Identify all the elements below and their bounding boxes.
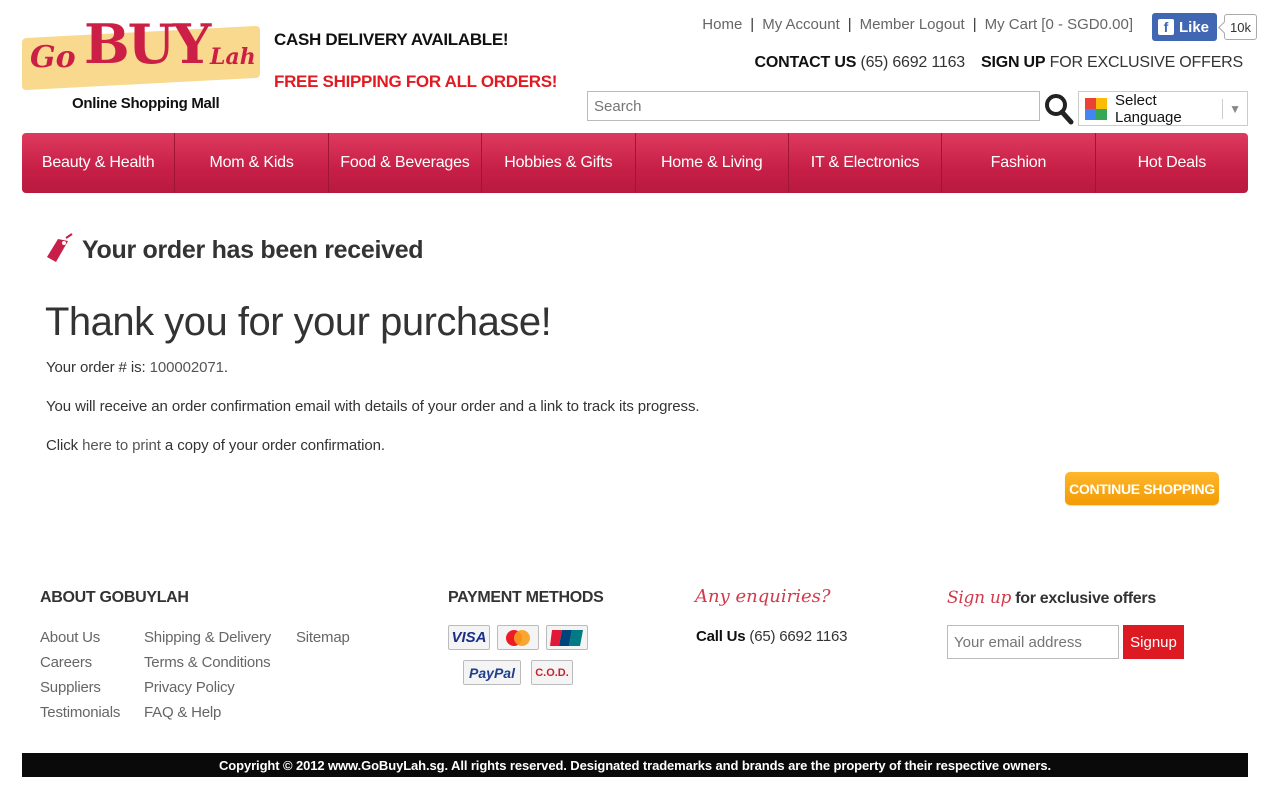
continue-shopping-button[interactable]: CONTINUE SHOPPING — [1065, 472, 1219, 505]
thank-you-heading: Thank you for your purchase! — [45, 300, 552, 344]
signup-label: SIGN UP — [980, 54, 1046, 71]
visa-icon: VISA — [448, 625, 490, 650]
facebook-like-button[interactable]: f Like — [1152, 13, 1218, 41]
print-line: Click here to print a copy of your order… — [46, 437, 385, 454]
promo-free-shipping: FREE SHIPPING FOR ALL ORDERS! — [274, 72, 558, 91]
unionpay-logo — [550, 629, 583, 646]
my-account-link[interactable]: My Account — [762, 16, 840, 33]
top-links: Home | My Account | Member Logout | My C… — [702, 16, 1133, 33]
contact-row: CONTACT US (65) 6692 1163 SIGN UP FOR EX… — [754, 54, 1243, 72]
footer-link-sitemap[interactable]: Sitemap — [296, 625, 350, 650]
order-number-link[interactable]: 100002071 — [150, 359, 224, 376]
nav-hot-deals[interactable]: Hot Deals — [1096, 133, 1248, 193]
footer-link-terms[interactable]: Terms & Conditions — [144, 650, 271, 675]
footer-col-policies: Shipping & Delivery Terms & Conditions P… — [144, 625, 271, 725]
contact-phone: (65) 6692 1163 — [860, 54, 965, 71]
footer-col-sitemap: Sitemap — [296, 625, 350, 650]
site-logo[interactable]: Go BUY Lah Online Shopping Mall — [22, 10, 262, 112]
google-icon-blue — [1085, 108, 1096, 120]
separator: | — [847, 16, 852, 33]
newsletter-email-input[interactable] — [947, 625, 1119, 659]
member-logout-link[interactable]: Member Logout — [860, 16, 965, 33]
contact-label: CONTACT US — [754, 54, 857, 71]
footer-link-privacy[interactable]: Privacy Policy — [144, 675, 271, 700]
cod-icon: C.O.D. — [531, 660, 573, 685]
facebook-icon: f — [1158, 19, 1174, 35]
nav-home-living[interactable]: Home & Living — [636, 133, 789, 193]
language-divider — [1222, 98, 1224, 119]
copyright-bar: Copyright © 2012 www.GoBuyLah.sg. All ri… — [22, 753, 1248, 777]
unionpay-icon — [546, 625, 588, 650]
nav-beauty-health[interactable]: Beauty & Health — [22, 133, 176, 193]
signup-offer-text: FOR EXCLUSIVE OFFERS — [1049, 54, 1244, 71]
print-click-text: Click — [46, 437, 83, 454]
category-nav: Beauty & Health Mom & Kids Food & Bevera… — [22, 133, 1248, 193]
payment-heading: PAYMENT METHODS — [448, 589, 604, 606]
nav-mom-kids[interactable]: Mom & Kids — [175, 133, 329, 193]
home-link[interactable]: Home — [702, 16, 742, 33]
contact-us: CONTACT US (65) 6692 1163 — [754, 54, 965, 72]
google-icon-red — [1085, 97, 1096, 109]
language-label: Select Language — [1115, 91, 1182, 126]
footer-link-faq[interactable]: FAQ & Help — [144, 700, 271, 725]
chevron-down-icon: ▼ — [1229, 101, 1241, 116]
confirmation-text: You will receive an order confirmation e… — [46, 398, 700, 415]
facebook-like-label: Like — [1179, 18, 1210, 36]
separator: | — [750, 16, 755, 33]
google-icon-yellow — [1096, 97, 1107, 109]
google-icon-green — [1096, 108, 1107, 120]
logo-go: Go — [30, 40, 76, 75]
nav-it-electronics[interactable]: IT & Electronics — [789, 133, 943, 193]
mastercard-icon — [497, 625, 539, 650]
nav-food-beverages[interactable]: Food & Beverages — [329, 133, 483, 193]
call-us: Call Us (65) 6692 1163 — [696, 628, 847, 645]
signup-script: Sign up — [947, 588, 1012, 608]
promo-cash-delivery: CASH DELIVERY AVAILABLE! — [274, 30, 509, 49]
facebook-like-count: 10k — [1224, 14, 1257, 40]
my-cart-link[interactable]: My Cart [0 - SGD0.00] — [985, 16, 1133, 33]
facebook-like-widget: f Like 10k — [1152, 13, 1257, 41]
print-confirmation-link[interactable]: here to print — [82, 437, 161, 454]
page-title: Your order has been received — [82, 236, 424, 264]
newsletter-signup-button[interactable]: Signup — [1123, 625, 1184, 659]
order-number-suffix: . — [223, 359, 228, 376]
signup-heading-text: for exclusive offers — [1011, 590, 1156, 607]
footer-link-suppliers[interactable]: Suppliers — [40, 675, 120, 700]
footer-link-about-us[interactable]: About Us — [40, 625, 120, 650]
tag-icon — [47, 233, 73, 262]
call-us-phone: (65) 6692 1163 — [749, 628, 848, 645]
nav-fashion[interactable]: Fashion — [942, 133, 1096, 193]
order-number-line: Your order # is: 100002071. — [46, 359, 228, 376]
signup-offer-link[interactable]: SIGN UP FOR EXCLUSIVE OFFERS — [981, 54, 1243, 72]
separator: | — [972, 16, 977, 33]
logo-tagline: Online Shopping Mall — [72, 95, 220, 112]
language-selector[interactable]: Select Language ▼ — [1078, 91, 1248, 126]
order-number-label: Your order # is: — [46, 359, 150, 376]
print-text: a copy of your order confirmation. — [160, 437, 385, 454]
about-heading: ABOUT GOBUYLAH — [40, 589, 189, 606]
nav-hobbies-gifts[interactable]: Hobbies & Gifts — [482, 133, 636, 193]
enquiries-heading: Any enquiries? — [695, 586, 831, 607]
footer-col-about: About Us Careers Suppliers Testimonials — [40, 625, 120, 725]
logo-lah: Lah — [210, 44, 256, 70]
signup-heading: Sign up for exclusive offers — [947, 588, 1156, 608]
search-input[interactable] — [587, 91, 1040, 121]
footer-link-shipping[interactable]: Shipping & Delivery — [144, 625, 271, 650]
logo-buy: BUY — [84, 12, 211, 76]
footer-link-careers[interactable]: Careers — [40, 650, 120, 675]
footer-link-testimonials[interactable]: Testimonials — [40, 700, 120, 725]
call-us-label: Call Us — [696, 628, 746, 645]
paypal-icon: PayPal — [463, 660, 521, 685]
google-icon — [1085, 97, 1107, 120]
mastercard-logo — [506, 629, 530, 646]
search-icon[interactable] — [1044, 93, 1074, 125]
